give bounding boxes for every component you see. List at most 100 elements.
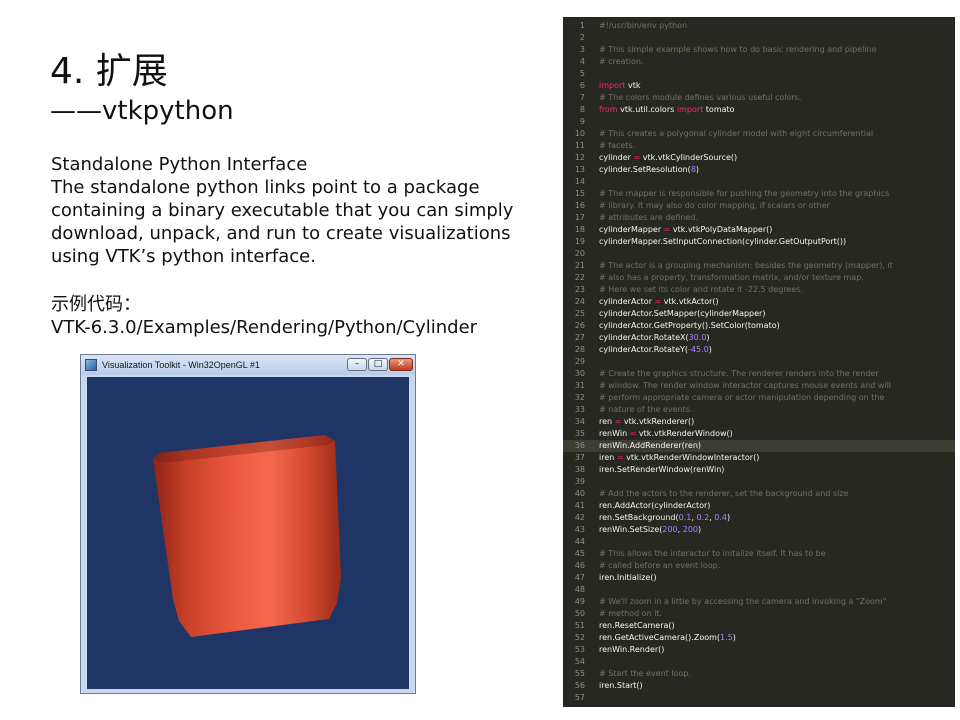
slide-subtitle: ——vtkpython (50, 96, 234, 126)
code-line[interactable]: 34 ren = vtk.vtkRenderer() (563, 416, 955, 428)
code-text: # perform appropriate camera or actor ma… (599, 392, 884, 404)
code-line[interactable]: 23 # Here we set its color and rotate it … (563, 284, 955, 296)
code-line[interactable]: 33 # nature of the events. (563, 404, 955, 416)
code-editor[interactable]: 1 #!/usr/bin/env python 2 3 # This simple ex… (563, 17, 955, 707)
code-line[interactable]: 40 # Add the actors to the renderer, set … (563, 488, 955, 500)
code-text: # The colors module defines various usef… (599, 92, 801, 104)
code-line[interactable]: 10 # This creates a polygonal cylinder mo… (563, 128, 955, 140)
code-line[interactable]: 35 renWin = vtk.vtkRenderWindow() (563, 428, 955, 440)
code-line[interactable]: 50 # method on it. (563, 608, 955, 620)
code-token: 0.4 (714, 513, 728, 522)
line-number: 22 (574, 273, 585, 282)
code-line[interactable]: 49 # We'll zoom in a little by accessing … (563, 596, 955, 608)
code-text: # called before an event loop. (599, 560, 720, 572)
code-token: renWin.SetSize( (599, 525, 663, 534)
code-text: # library. It may also do color mapping,… (599, 200, 830, 212)
code-line[interactable]: 46 # called before an event loop. (563, 560, 955, 572)
code-text: from vtk.util.colors import tomato (599, 104, 735, 116)
code-text: cylinderActor.RotateX(30.0) (599, 332, 710, 344)
code-line[interactable]: 29 (563, 356, 955, 368)
code-line[interactable]: 22 # also has a property, transformation … (563, 272, 955, 284)
code-line[interactable]: 42 ren.SetBackground(0.1, 0.2, 0.4) (563, 512, 955, 524)
code-token: cylinderActor.SetMapper(cylinderMapper) (599, 309, 766, 318)
code-text: # We'll zoom in a little by accessing th… (599, 596, 886, 608)
code-token: ) (727, 513, 731, 522)
code-line[interactable]: 44 (563, 536, 955, 548)
code-token: # facets. (599, 141, 636, 150)
code-line[interactable]: 7 # The colors module defines various use… (563, 92, 955, 104)
code-line[interactable]: 30 # Create the graphics structure. The r… (563, 368, 955, 380)
code-line[interactable]: 21 # The actor is a grouping mechanism: b… (563, 260, 955, 272)
code-line[interactable]: 47 iren.Initialize() (563, 572, 955, 584)
code-text: # This simple example shows how to do ba… (599, 44, 877, 56)
line-number: 49 (574, 597, 585, 606)
render-viewport[interactable] (87, 377, 409, 689)
code-token: ) (695, 165, 700, 174)
code-token: # attributes are defined. (599, 213, 698, 222)
code-line[interactable]: 18 cylinderMapper = vtk.vtkPolyDataMapper… (563, 224, 955, 236)
code-line[interactable]: 52 ren.GetActiveCamera().Zoom(1.5) (563, 632, 955, 644)
code-line[interactable]: 48 (563, 584, 955, 596)
code-line[interactable]: 5 (563, 68, 955, 80)
code-line[interactable]: 31 # window. The render window interactor… (563, 380, 955, 392)
code-token: iren (599, 453, 617, 462)
code-line[interactable]: 41 ren.AddActor(cylinderActor) (563, 500, 955, 512)
code-line[interactable]: 55 # Start the event loop. (563, 668, 955, 680)
code-line[interactable]: 27 cylinderActor.RotateX(30.0) (563, 332, 955, 344)
code-token: #!/usr/bin/env python (599, 21, 688, 30)
code-token: ren (599, 417, 615, 426)
code-line[interactable]: 4 # creation. (563, 56, 955, 68)
line-number: 47 (574, 573, 585, 582)
code-line[interactable]: 57 (563, 692, 955, 704)
vtk-render-window: Visualization Toolkit - Win32OpenGL #1 –… (80, 354, 416, 694)
window-titlebar[interactable]: Visualization Toolkit - Win32OpenGL #1 –… (81, 355, 415, 375)
code-line[interactable]: 19 cylinderMapper.SetInputConnection(cyli… (563, 236, 955, 248)
code-token: vtk.vtkRenderWindowInteractor() (623, 453, 760, 462)
code-line[interactable]: 13 cylinder.SetResolution(8) (563, 164, 955, 176)
code-line[interactable]: 53 renWin.Render() (563, 644, 955, 656)
code-token: 200 (662, 525, 678, 534)
code-token: vtk.vtkRenderer() (621, 417, 695, 426)
code-line[interactable]: 51 ren.ResetCamera() (563, 620, 955, 632)
code-line[interactable]: 2 (563, 32, 955, 44)
example-label: 示例代码： (51, 294, 141, 315)
code-line[interactable]: 36 renWin.AddRenderer(ren) (563, 440, 955, 452)
code-line[interactable]: 11 # facets. (563, 140, 955, 152)
code-line[interactable]: 3 # This simple example shows how to do b… (563, 44, 955, 56)
code-line[interactable]: 6 import vtk (563, 80, 955, 92)
line-number: 31 (574, 381, 585, 390)
code-line[interactable]: 45 # This allows the interactor to inital… (563, 548, 955, 560)
code-line[interactable]: 15 # The mapper is responsible for pushin… (563, 188, 955, 200)
code-line[interactable]: 1 #!/usr/bin/env python (563, 20, 955, 32)
minimize-button[interactable]: – (347, 358, 367, 371)
close-button[interactable]: ✕ (389, 358, 413, 371)
code-line[interactable]: 20 (563, 248, 955, 260)
code-line[interactable]: 32 # perform appropriate camera or actor … (563, 392, 955, 404)
code-token: renWin.Render() (599, 645, 665, 654)
code-line[interactable]: 24 cylinderActor = vtk.vtkActor() (563, 296, 955, 308)
code-text: # creation. (599, 56, 643, 68)
code-text: # window. The render window interactor c… (599, 380, 891, 392)
code-line[interactable]: 9 (563, 116, 955, 128)
code-token: # called before an event loop. (599, 561, 721, 570)
maximize-button[interactable]: □ (368, 358, 388, 371)
cylinder-render (153, 435, 341, 637)
code-line[interactable]: 38 iren.SetRenderWindow(renWin) (563, 464, 955, 476)
line-number: 56 (574, 681, 585, 690)
code-line[interactable]: 56 iren.Start() (563, 680, 955, 692)
code-line[interactable]: 25 cylinderActor.SetMapper(cylinderMapper… (563, 308, 955, 320)
code-line[interactable]: 12 cylinder = vtk.vtkCylinderSource() (563, 152, 955, 164)
code-token: 0.1 (678, 513, 692, 522)
code-text: cylinderMapper.SetInputConnection(cylind… (599, 236, 846, 248)
code-token: vtk.vtkActor() (661, 297, 719, 306)
code-line[interactable]: 14 (563, 176, 955, 188)
code-line[interactable]: 8 from vtk.util.colors import tomato (563, 104, 955, 116)
code-line[interactable]: 37 iren = vtk.vtkRenderWindowInteractor() (563, 452, 955, 464)
code-line[interactable]: 26 cylinderActor.GetProperty().SetColor(t… (563, 320, 955, 332)
code-line[interactable]: 43 renWin.SetSize(200, 200) (563, 524, 955, 536)
code-line[interactable]: 17 # attributes are defined. (563, 212, 955, 224)
code-line[interactable]: 16 # library. It may also do color mappin… (563, 200, 955, 212)
code-line[interactable]: 54 (563, 656, 955, 668)
code-line[interactable]: 28 cylinderActor.RotateY(-45.0) (563, 344, 955, 356)
code-line[interactable]: 39 (563, 476, 955, 488)
